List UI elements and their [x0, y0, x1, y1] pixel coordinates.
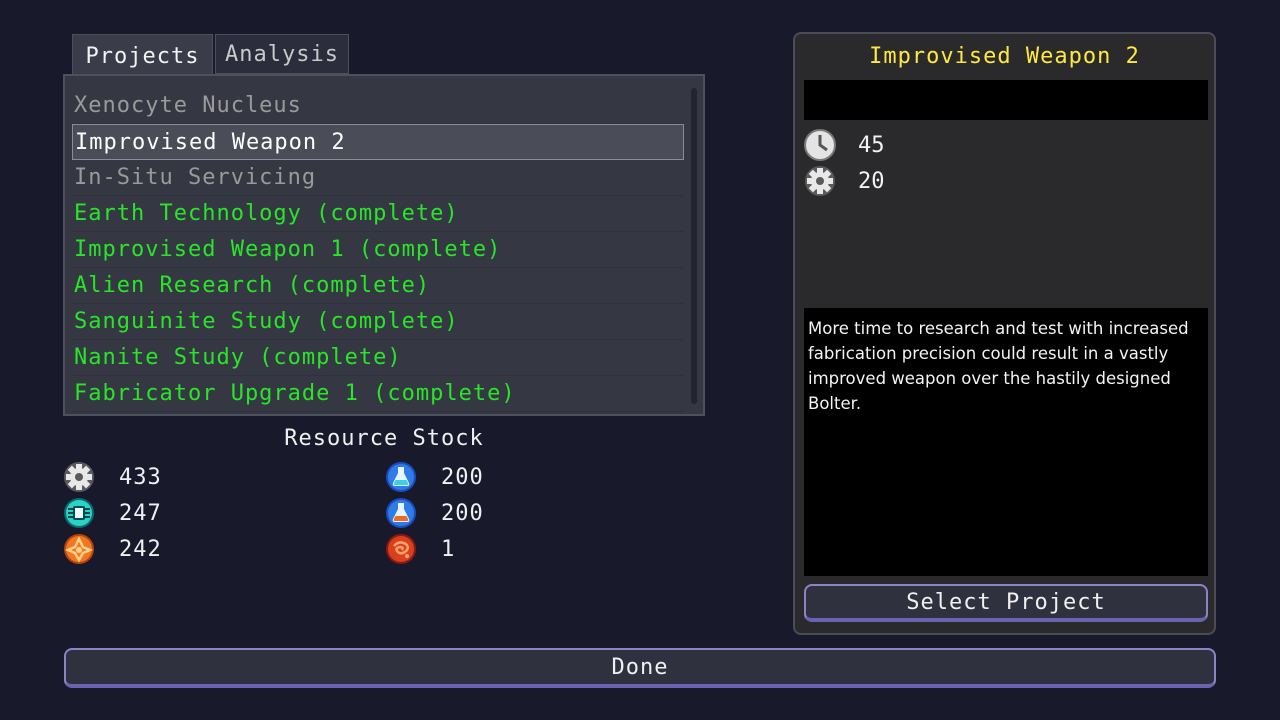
- tab-projects[interactable]: Projects: [72, 34, 213, 77]
- resource-value: 242: [119, 536, 162, 562]
- parts-cost-value: 20: [858, 168, 885, 194]
- resource-ore: 242: [63, 532, 162, 566]
- list-item-alien-research[interactable]: Alien Research (complete): [72, 268, 684, 304]
- project-list: Xenocyte Nucleus Improvised Weapon 2 In-…: [72, 88, 684, 412]
- detail-banner: [804, 80, 1208, 120]
- resource-chip: 247: [63, 496, 162, 530]
- flask-orange-icon: [386, 498, 416, 528]
- resource-flask-blue: 200: [385, 460, 484, 494]
- resource-value: 1: [441, 536, 456, 562]
- project-detail-panel: Improvised Weapon 2 45 20 More time to r…: [793, 32, 1216, 635]
- list-item-earth-technology[interactable]: Earth Technology (complete): [72, 196, 684, 232]
- list-item-in-situ-servicing[interactable]: In-Situ Servicing: [72, 160, 684, 196]
- chip-icon: [64, 498, 94, 528]
- list-item-sanguinite-study[interactable]: Sanguinite Study (complete): [72, 304, 684, 340]
- time-cost-row: 45: [804, 128, 885, 162]
- list-item-xenocyte-nucleus[interactable]: Xenocyte Nucleus: [72, 88, 684, 124]
- list-item-improvised-weapon-1[interactable]: Improvised Weapon 1 (complete): [72, 232, 684, 268]
- parts-cost-row: 20: [804, 164, 885, 198]
- sanguinite-icon: [386, 534, 416, 564]
- clock-icon: [804, 129, 836, 161]
- list-item-nanite-study[interactable]: Nanite Study (complete): [72, 340, 684, 376]
- resource-sanguinite: 1: [385, 532, 455, 566]
- resource-value: 247: [119, 500, 162, 526]
- project-list-panel: Xenocyte Nucleus Improvised Weapon 2 In-…: [63, 74, 705, 416]
- resource-value: 200: [441, 500, 484, 526]
- resource-flask-orange: 200: [385, 496, 484, 530]
- scrollbar[interactable]: [691, 88, 697, 404]
- list-item-improvised-weapon-2[interactable]: Improvised Weapon 2: [72, 124, 684, 160]
- resource-value: 200: [441, 464, 484, 490]
- resource-gear: 433: [63, 460, 162, 494]
- gear-icon: [64, 462, 94, 492]
- flask-blue-icon: [386, 462, 416, 492]
- done-button[interactable]: Done: [64, 648, 1216, 688]
- tab-analysis[interactable]: Analysis: [215, 34, 349, 74]
- select-project-button[interactable]: Select Project: [804, 584, 1208, 622]
- gear-icon: [805, 166, 835, 196]
- time-cost-value: 45: [858, 132, 885, 158]
- ore-icon: [64, 534, 94, 564]
- list-item-fabricator-upgrade-1[interactable]: Fabricator Upgrade 1 (complete): [72, 376, 684, 412]
- detail-title: Improvised Weapon 2: [869, 44, 1140, 69]
- detail-description: More time to research and test with incr…: [804, 308, 1208, 576]
- resource-stock-title: Resource Stock: [284, 426, 484, 451]
- resource-value: 433: [119, 464, 162, 490]
